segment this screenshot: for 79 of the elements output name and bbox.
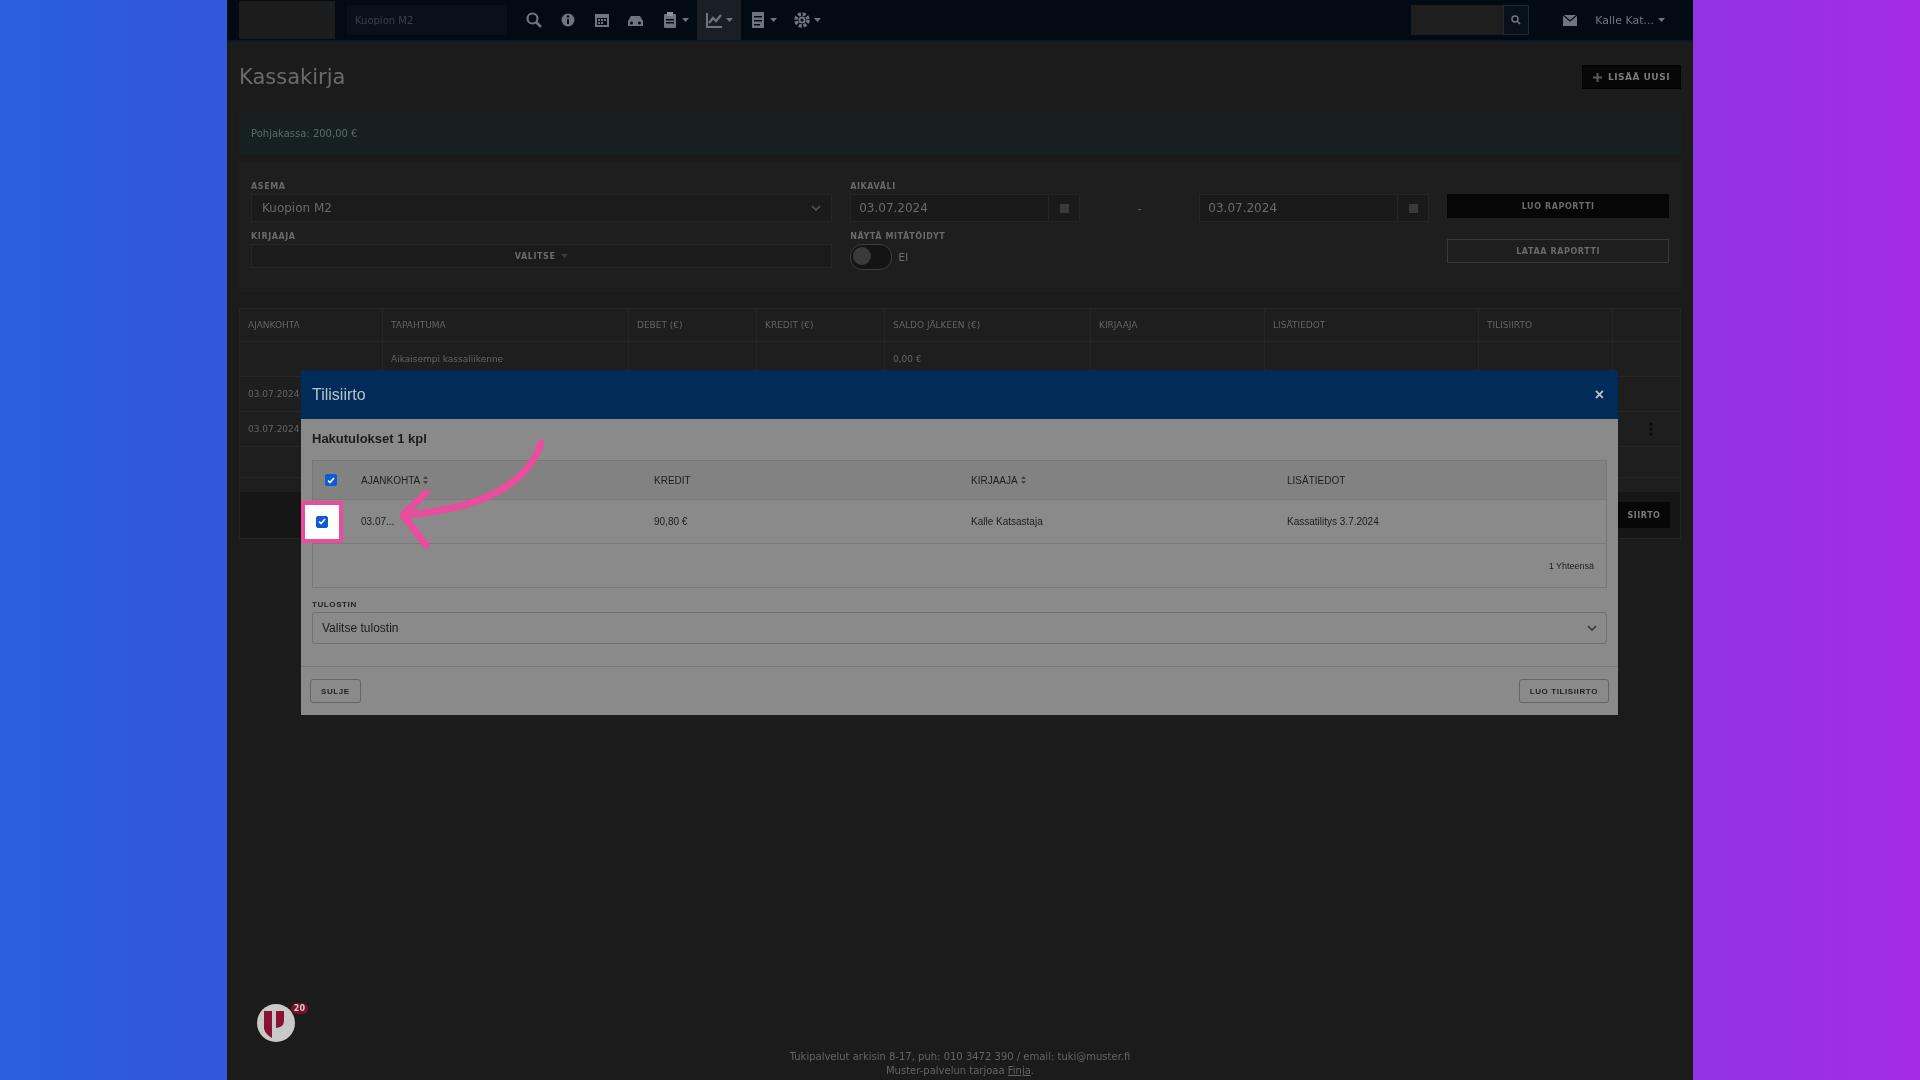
column-header: LISÄTIEDOT (1265, 309, 1479, 341)
field-label: ASEMA (251, 182, 287, 191)
table-cell: Kassatilitys 3.7.2024 (1287, 516, 1379, 527)
caret-icon (814, 17, 821, 23)
document-icon (749, 11, 767, 29)
calendar-icon (1408, 203, 1418, 213)
dialog-title: Tilisiirto (312, 385, 366, 404)
table-cell: 0,00 € (893, 354, 922, 364)
caret-icon (770, 17, 777, 23)
column-header[interactable]: KIRJAAJA (971, 474, 1026, 486)
close-button[interactable]: × (1592, 385, 1606, 404)
column-header[interactable]: AJANKOHTA (361, 474, 429, 486)
sort-icon (423, 476, 429, 484)
caret-icon (561, 253, 569, 259)
provider-text: Muster-palvelun tarjoaa Finja. (886, 1065, 1034, 1076)
search-field[interactable] (1411, 5, 1504, 35)
toggle-switch[interactable] (850, 244, 893, 270)
column-header: AJANKOHTA (240, 309, 383, 341)
table-cell: Aikaisempi kassaliikenne (391, 354, 504, 364)
create-report-button[interactable]: LUO RAPORTTI (1447, 194, 1669, 218)
sort-icon (1020, 476, 1026, 484)
settings-icon (793, 11, 811, 29)
printer-select[interactable]: Valitse tulostin (312, 612, 1607, 644)
caret-icon (682, 17, 689, 23)
table-cell: 90,80 € (654, 516, 688, 527)
recorder-dropdown[interactable]: VALITSE (251, 244, 833, 268)
table-cell: 03.07... (361, 516, 395, 527)
search-button[interactable] (1503, 5, 1530, 35)
column-header: SALDO JÄLKEEN (€) (885, 309, 1091, 341)
column-header: LISÄTIEDOT (1287, 474, 1346, 486)
field-label: KIRJAAJA (251, 232, 297, 241)
caret-icon (1658, 17, 1665, 23)
column-header: KREDIT (€) (757, 309, 885, 341)
chart-icon (705, 11, 723, 29)
create-transfer-button[interactable]: LUO TILISIIRTO (1518, 679, 1609, 703)
envelope-icon[interactable] (1563, 14, 1578, 26)
notification-count: 20 (290, 1003, 308, 1014)
column-header: KIRJAAJA (1091, 309, 1265, 341)
chevron-down-icon (811, 205, 822, 211)
results-count: Hakutulokset 1 kpl (312, 431, 428, 446)
date-separator: - (1136, 201, 1143, 215)
download-report-button[interactable]: LATAA RAPORTTI (1447, 239, 1669, 263)
table-cell: 03.07.2024 (248, 424, 300, 434)
field-label: TULOSTIN (312, 600, 358, 609)
row-checkbox[interactable] (316, 515, 328, 528)
provider-link[interactable]: Finja (1007, 1065, 1031, 1076)
total-count: 1 Yhteensä (1548, 560, 1594, 571)
info-text: Pohjakassa: 200,00 € (251, 127, 358, 139)
chevron-down-icon (1587, 625, 1597, 631)
add-new-button[interactable]: LISÄÄ UUSI (1581, 65, 1681, 89)
page-title: Kassakirja (239, 65, 346, 89)
search-icon (525, 11, 543, 29)
support-text: Tukipalvelut arkisin 8-17, puh: 010 3472 390 / email: tuki@muster.fi (789, 1051, 1131, 1062)
table-cell: Kalle Katsastaja (971, 516, 1043, 527)
clipboard-icon (661, 11, 679, 29)
field-label: AIKAVÄLI (850, 182, 897, 191)
column-header: KREDIT (654, 474, 691, 486)
column-header: DEBET (€) (629, 309, 757, 341)
check-icon (318, 518, 326, 525)
date-field[interactable]: 03.07.2024 (1199, 194, 1430, 222)
select-all-checkbox[interactable] (325, 474, 337, 486)
plus-icon (1592, 72, 1602, 82)
field-label: NÄYTÄ MITÄTÖIDYT (850, 232, 947, 241)
column-header: TILISIIRTO (1479, 309, 1613, 341)
toolbar-item[interactable] (697, 0, 741, 40)
table-cell: 03.07.2024 (248, 389, 300, 399)
calendar-icon (1059, 203, 1069, 213)
column-header: TAPAHTUMA (383, 309, 629, 341)
close-dialog-button[interactable]: SULJE (310, 679, 361, 703)
user-menu[interactable]: Kalle Kat... (1589, 12, 1671, 28)
check-icon (327, 476, 335, 484)
calendar-icon (593, 11, 611, 29)
toggle-value: EI (898, 250, 909, 264)
caret-icon (726, 17, 733, 23)
station-select[interactable]: Kuopion M2 (251, 194, 833, 222)
search-icon (1511, 15, 1522, 25)
info-icon (559, 11, 577, 29)
date-field[interactable]: 03.07.2024 (850, 194, 1081, 222)
transfer-button[interactable]: SIIRTO (1618, 502, 1670, 528)
